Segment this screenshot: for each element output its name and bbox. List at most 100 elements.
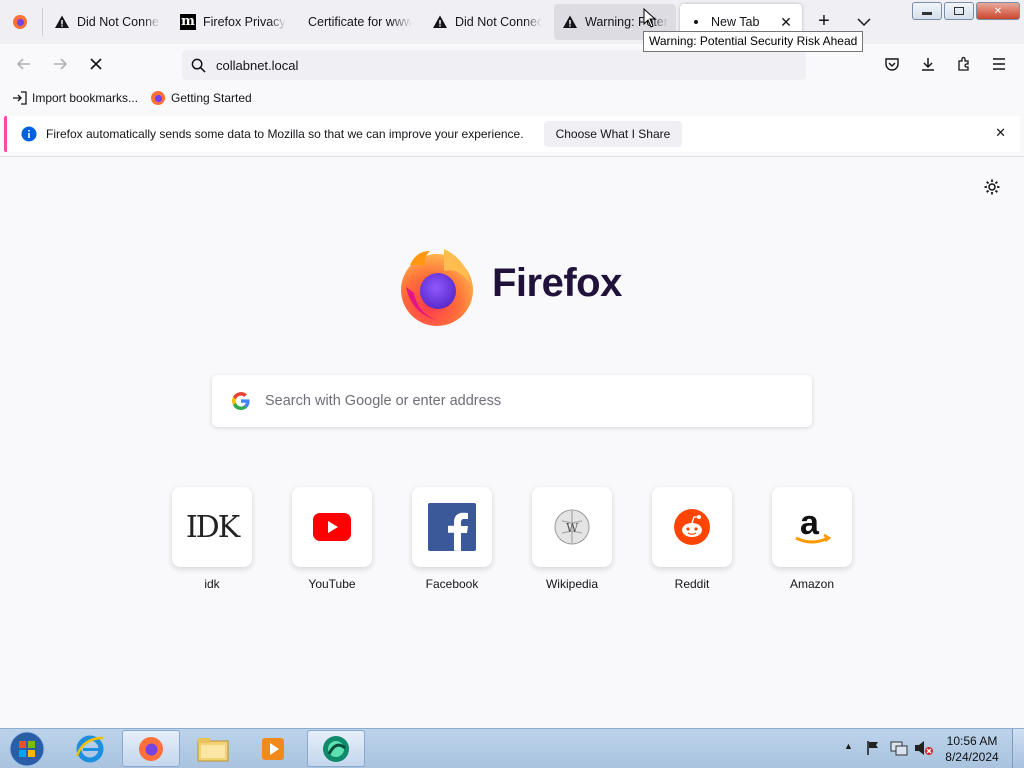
tab-firefox-privacy[interactable]: m Firefox Privacy Notice xyxy=(172,4,294,40)
amazon-icon: a xyxy=(795,506,832,544)
url-input[interactable]: collabnet.local xyxy=(216,58,298,73)
close-notification-icon[interactable]: ✕ xyxy=(995,125,1006,141)
window-controls: ✕ xyxy=(912,2,1020,20)
firefox-logo xyxy=(396,245,478,327)
taskbar-firefox[interactable] xyxy=(122,730,180,767)
bookmarks-toolbar: Import bookmarks... Getting Started xyxy=(0,84,1024,112)
back-arrow-icon xyxy=(16,58,30,70)
tab-label: Did Not Connect: Potential Security Issu… xyxy=(77,15,160,29)
firefox-wordmark: Firefox xyxy=(492,261,622,305)
shortcut-wikipedia[interactable]: W Wikipedia xyxy=(532,487,612,591)
clock-time: 10:56 AM xyxy=(946,734,998,748)
tab-certificate[interactable]: Certificate for www xyxy=(298,4,420,40)
folder-icon xyxy=(197,737,229,761)
new-tab-page: Firefox Search with Google or enter addr… xyxy=(0,156,1024,728)
bookmark-label: Getting Started xyxy=(171,91,252,105)
shortcut-reddit[interactable]: Reddit xyxy=(652,487,732,591)
shortcut-label: Facebook xyxy=(425,577,479,591)
choose-what-i-share-button[interactable]: Choose What I Share xyxy=(543,121,683,147)
taskbar-file-explorer[interactable] xyxy=(184,730,242,767)
tab-did-not-connect-1[interactable]: Did Not Connect: Potential Security Issu… xyxy=(46,4,168,40)
mozilla-icon: m xyxy=(180,14,196,30)
show-desktop-button[interactable] xyxy=(1012,729,1024,768)
firefox-logo-icon xyxy=(401,249,473,326)
shortcut-label: YouTube xyxy=(308,577,356,591)
tab-strip: Did Not Connect: Potential Security Issu… xyxy=(0,0,1024,44)
gear-icon xyxy=(984,179,1000,195)
shortcut-youtube[interactable]: YouTube xyxy=(292,487,372,591)
stop-button[interactable] xyxy=(82,50,110,78)
action-center-flag-icon[interactable] xyxy=(866,740,880,756)
navigation-toolbar: collabnet.local xyxy=(0,44,1024,84)
shortcut-tile xyxy=(412,487,492,567)
shortcut-amazon[interactable]: a Amazon xyxy=(772,487,852,591)
taskbar-app[interactable] xyxy=(307,730,365,767)
reddit-icon xyxy=(674,509,710,545)
close-window-button[interactable]: ✕ xyxy=(976,2,1020,20)
firefox-icon xyxy=(139,736,163,761)
shortcut-tile: a xyxy=(772,487,852,567)
import-icon xyxy=(13,91,27,105)
windows-taskbar: ▲ 10:56 AM 8/24/2024 xyxy=(0,728,1024,768)
svg-text:W: W xyxy=(566,521,579,535)
stop-x-icon xyxy=(90,58,102,70)
start-button[interactable] xyxy=(2,730,52,767)
google-icon xyxy=(232,392,250,410)
pocket-button[interactable] xyxy=(878,50,906,78)
bookmark-getting-started[interactable]: Getting Started xyxy=(150,84,252,112)
downloads-button[interactable] xyxy=(914,50,942,78)
green-app-icon xyxy=(323,735,349,762)
minimize-button[interactable] xyxy=(912,2,942,20)
clock[interactable]: 10:56 AM 8/24/2024 xyxy=(940,733,1004,765)
shortcut-label: idk xyxy=(204,577,220,591)
shortcut-idk[interactable]: IDK idk xyxy=(172,487,252,591)
minimize-icon xyxy=(922,11,932,15)
newtab-search-box[interactable]: Search with Google or enter address xyxy=(212,375,812,427)
tab-did-not-connect-2[interactable]: Did Not Connect: Potential Security Issu… xyxy=(424,4,550,40)
tab-label: New Tab xyxy=(711,15,760,29)
youtube-icon xyxy=(313,513,351,541)
hamburger-menu-icon xyxy=(993,58,1005,70)
close-tab-icon[interactable]: ✕ xyxy=(778,14,794,30)
facebook-icon xyxy=(428,503,476,551)
search-icon xyxy=(191,58,206,73)
shortcut-tile xyxy=(292,487,372,567)
notification-text: Firefox automatically sends some data to… xyxy=(46,127,524,141)
internet-explorer-icon xyxy=(75,735,104,762)
close-icon: ✕ xyxy=(993,5,1003,17)
url-bar[interactable]: collabnet.local xyxy=(182,50,806,80)
svg-text:a: a xyxy=(800,506,820,542)
tab-label: Did Not Connect: Potential Security Issu… xyxy=(455,15,542,29)
shortcut-label: Amazon xyxy=(789,577,835,591)
show-hidden-icons-button[interactable]: ▲ xyxy=(844,741,853,751)
back-button[interactable] xyxy=(10,50,38,78)
personalize-settings-button[interactable] xyxy=(983,178,1001,198)
media-player-icon xyxy=(262,737,284,760)
shortcut-facebook[interactable]: Facebook xyxy=(412,487,492,591)
shortcut-tile xyxy=(652,487,732,567)
app-menu-button[interactable] xyxy=(985,50,1013,78)
warning-icon xyxy=(54,14,70,30)
forward-arrow-icon xyxy=(54,58,68,70)
forward-button[interactable] xyxy=(46,50,74,78)
mouse-cursor-icon xyxy=(643,8,656,28)
restore-button[interactable] xyxy=(944,2,974,20)
data-reporting-notification: Firefox automatically sends some data to… xyxy=(4,116,1020,152)
shortcut-label: Reddit xyxy=(674,577,710,591)
loading-dot-icon xyxy=(688,14,704,30)
taskbar-internet-explorer[interactable] xyxy=(61,730,119,767)
warning-icon xyxy=(432,14,448,30)
network-icon[interactable] xyxy=(890,740,908,756)
bookmark-import[interactable]: Import bookmarks... xyxy=(12,84,138,112)
shortcut-tile: IDK xyxy=(172,487,252,567)
firefox-icon xyxy=(151,91,165,105)
taskbar-media-player[interactable] xyxy=(244,730,302,767)
tab-label: Firefox Privacy Notice xyxy=(203,15,286,29)
newtab-search-placeholder: Search with Google or enter address xyxy=(265,393,502,409)
clock-date: 8/24/2024 xyxy=(945,750,999,764)
firefox-view-button[interactable] xyxy=(4,6,36,38)
tab-label: Certificate for www xyxy=(308,15,412,29)
download-icon xyxy=(922,58,934,71)
volume-muted-icon[interactable] xyxy=(914,740,934,756)
extensions-button[interactable] xyxy=(950,50,978,78)
